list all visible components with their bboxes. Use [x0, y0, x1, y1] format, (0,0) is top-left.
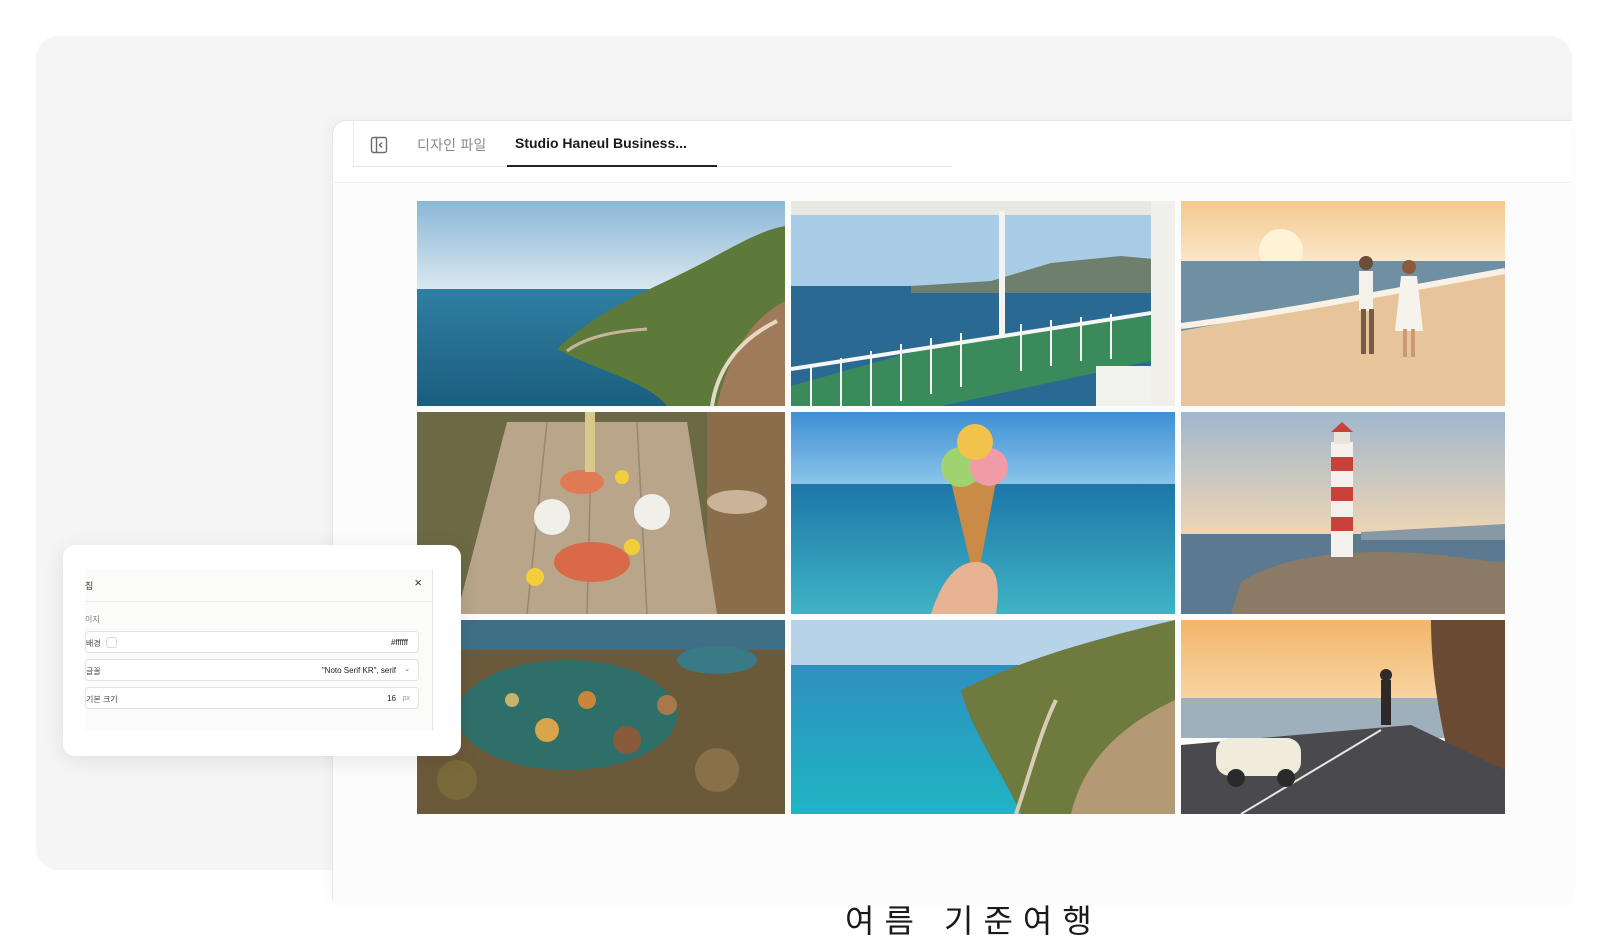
style-settings-panel: 집 × 이지 배경 #ffffff 글꼴 "Noto Serif KR", se… [63, 545, 461, 756]
beach-couple-sunset-photo[interactable] [1181, 201, 1505, 406]
tide-pool-photo[interactable] [417, 620, 785, 814]
size-label: 기본 크기 [86, 695, 118, 704]
ice-cream-cone-photo[interactable] [791, 412, 1175, 614]
font-label: 글꼴 [86, 667, 101, 676]
font-value: "Noto Serif KR", serif [321, 666, 396, 675]
canvas-area: 여름 기준여행 [333, 184, 1572, 940]
section-heading: 여름 기준여행 [845, 902, 1102, 940]
background-value: #ffffff [390, 638, 408, 647]
panel-body: 집 × 이지 배경 #ffffff 글꼴 "Noto Serif KR", se… [85, 569, 433, 731]
background-color-field[interactable]: 배경 #ffffff [85, 631, 419, 653]
close-icon[interactable]: × [414, 576, 422, 589]
turquoise-bay-road-photo[interactable] [791, 620, 1175, 814]
active-tab-indicator [507, 165, 717, 167]
color-swatch[interactable] [106, 637, 117, 648]
tab-bar: 디자인 파일 Studio Haneul Business... [333, 121, 1572, 183]
ferry-deck-photo[interactable] [791, 201, 1175, 406]
size-unit: px [402, 695, 410, 702]
panel-title: 집 [85, 581, 94, 591]
base-size-field[interactable]: 기본 크기 16 px [85, 687, 419, 709]
section-label: 이지 [85, 615, 100, 624]
font-family-select[interactable]: 글꼴 "Noto Serif KR", serif ⌄ [85, 659, 419, 681]
seafood-table-photo[interactable] [417, 412, 785, 614]
panel-header: 집 × [85, 569, 432, 602]
background-label: 배경 [86, 639, 101, 648]
coastal-cliff-road-photo[interactable] [417, 201, 785, 406]
lighthouse-photo[interactable] [1181, 412, 1505, 614]
size-value: 16 [387, 694, 396, 703]
chevron-down-icon: ⌄ [404, 666, 410, 673]
app-window: 디자인 파일 Studio Haneul Business... 여름 기준여행 [332, 120, 1572, 940]
sidebar-toggle-icon[interactable] [370, 136, 388, 154]
tab-design-file[interactable]: 디자인 파일 [417, 135, 487, 155]
tab-studio-haneul[interactable]: Studio Haneul Business... [515, 135, 687, 151]
vintage-car-sunset-photo[interactable] [1181, 620, 1505, 814]
